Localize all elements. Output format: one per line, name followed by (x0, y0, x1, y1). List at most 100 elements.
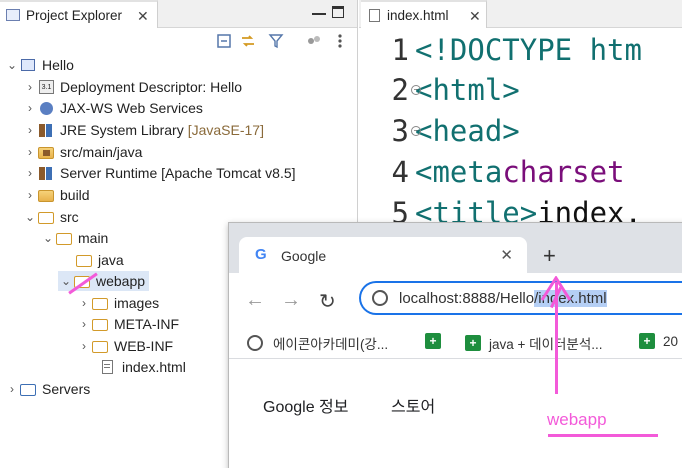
new-tab-button[interactable]: + (543, 243, 556, 269)
chevron-down-icon[interactable]: ⌄ (4, 58, 20, 72)
library-icon (38, 122, 56, 138)
chevron-right-icon[interactable]: › (22, 80, 38, 94)
bookmark-item[interactable]: 에이콘아카데미(강... (247, 333, 388, 353)
line-number-cell: 3− (359, 114, 421, 148)
chevron-down-icon[interactable]: ⌄ (22, 210, 38, 224)
chevron-right-icon[interactable]: › (22, 101, 38, 115)
url-host: localhost:8888/Hello (399, 290, 535, 307)
reload-icon[interactable]: ↻ (319, 289, 336, 314)
google-store-link[interactable]: 스토어 (391, 393, 435, 417)
tree-item-index-html[interactable]: index.html (100, 357, 186, 377)
focus-icon[interactable] (306, 33, 322, 49)
address-bar-url[interactable]: localhost:8888/Hello/index.html (399, 290, 607, 307)
explorer-tabbar: Project Explorer ✕ (0, 0, 357, 28)
fold-toggle-icon[interactable]: − (411, 85, 421, 95)
tree-item-label: java (98, 252, 124, 268)
tree-item-servers[interactable]: › Servers (4, 379, 90, 399)
browser-toolbar: ← → ↻ localhost:8888/Hello/index.html (229, 273, 682, 325)
tree-item-label: images (114, 295, 160, 311)
address-bar[interactable]: localhost:8888/Hello/index.html (359, 281, 682, 315)
code-line: 4 <meta charset (359, 152, 625, 192)
globe-icon (247, 335, 263, 351)
tree-item-deployment-descriptor[interactable]: › 3.1 Deployment Descriptor: Hello (22, 77, 242, 97)
chevron-right-icon[interactable]: › (22, 166, 38, 180)
google-favicon-icon: G (255, 246, 267, 263)
tree-item-hello[interactable]: ⌄ Hello (4, 55, 74, 75)
browser-tab-google[interactable]: G Google ✕ (239, 237, 527, 273)
close-icon[interactable]: ✕ (500, 246, 513, 264)
bookmark-item[interactable]: + java + 데이터분석... (465, 333, 603, 353)
browser-window: G Google ✕ + ← → ↻ localhost:8888/Hello/… (228, 222, 682, 468)
tree-item-label: Server Runtime [Apache Tomcat v8.5] (60, 165, 296, 181)
collapse-all-icon[interactable] (216, 33, 232, 49)
filter-icon[interactable] (268, 33, 284, 49)
tree-item-label: main (78, 230, 109, 246)
link-with-editor-icon[interactable] (240, 33, 256, 49)
minimize-button[interactable] (312, 13, 326, 15)
chevron-right-icon[interactable]: › (22, 188, 38, 202)
bookmark-label: java + 데이터분석... (489, 337, 603, 352)
chevron-right-icon[interactable]: › (22, 145, 38, 159)
folder-open-icon (92, 316, 110, 332)
chevron-right-icon[interactable]: › (22, 123, 38, 137)
bookmark-item[interactable]: + (425, 333, 449, 349)
close-icon[interactable]: ✕ (137, 8, 149, 25)
bookmark-label: 에이콘아카데미(강... (273, 337, 389, 352)
chevron-down-icon[interactable]: ⌄ (58, 274, 74, 288)
globe-icon (372, 290, 388, 306)
maximize-button[interactable] (332, 6, 344, 18)
line-number: 1 (391, 33, 409, 67)
webservices-icon (38, 100, 56, 116)
sheets-icon: + (425, 333, 441, 349)
tree-item-java[interactable]: java (76, 250, 124, 270)
line-number: 4 (391, 155, 409, 189)
annotation-underline (548, 434, 658, 437)
folder-open-icon (76, 252, 94, 268)
annotation-label: webapp (547, 410, 607, 429)
code-attribute: charset (502, 155, 625, 189)
tree-item-server-runtime[interactable]: › Server Runtime [Apache Tomcat v8.5] (22, 163, 296, 183)
back-arrow-icon[interactable]: ← (245, 289, 265, 312)
code-line: 2− <html> (359, 70, 520, 110)
chevron-right-icon[interactable]: › (76, 296, 92, 310)
explorer-view-icon (6, 9, 20, 21)
tree-item-src[interactable]: ⌄ src (22, 207, 79, 227)
chevron-down-icon[interactable]: ⌄ (40, 231, 56, 245)
file-icon (100, 359, 118, 375)
bookmark-item[interactable]: + 20 (639, 333, 678, 349)
tree-item-web-inf[interactable]: › WEB-INF (76, 336, 173, 356)
editor-tabbar: index.html ✕ (359, 0, 682, 28)
tree-item-label: META-INF (114, 316, 180, 332)
fold-toggle-icon[interactable]: − (411, 126, 421, 136)
tree-item-jre-library[interactable]: › JRE System Library [JavaSE-17] (22, 120, 264, 140)
tree-item-label: src (60, 209, 79, 225)
tree-item-jaxws[interactable]: › JAX-WS Web Services (22, 98, 203, 118)
folder-open-icon (92, 338, 110, 354)
tab-index-html[interactable]: index.html ✕ (361, 0, 487, 28)
tree-item-label: JRE System Library (60, 122, 184, 138)
line-number: 3 (391, 114, 409, 148)
tree-item-label: Deployment Descriptor: Hello (60, 79, 243, 95)
bookmark-label: 20 (663, 333, 679, 349)
forward-arrow-icon[interactable]: → (281, 289, 301, 312)
folder-open-icon (38, 209, 56, 225)
chevron-right-icon[interactable]: › (76, 339, 92, 353)
tab-project-explorer[interactable]: Project Explorer ✕ (0, 0, 158, 28)
chevron-right-icon[interactable]: › (4, 382, 20, 396)
folder-icon (20, 381, 38, 397)
tree-item-build[interactable]: › build (22, 185, 90, 205)
code-line: 1 <!DOCTYPE htm (359, 30, 642, 70)
line-number: 2 (391, 73, 409, 107)
descriptor-icon: 3.1 (38, 79, 56, 95)
close-icon[interactable]: ✕ (469, 8, 481, 25)
tree-item-images[interactable]: › images (76, 293, 159, 313)
tree-item-main[interactable]: ⌄ main (40, 228, 108, 248)
tree-item-decoration: [JavaSE-17] (187, 122, 264, 138)
google-about-link[interactable]: Google 정보 (263, 393, 348, 417)
tree-item-meta-inf[interactable]: › META-INF (76, 314, 179, 334)
chevron-right-icon[interactable]: › (76, 317, 92, 331)
view-menu-icon[interactable] (336, 33, 344, 49)
folder-icon (38, 187, 56, 203)
tree-item-src-main-java[interactable]: › src/main/java (22, 142, 142, 162)
tab-label: index.html (387, 7, 449, 23)
